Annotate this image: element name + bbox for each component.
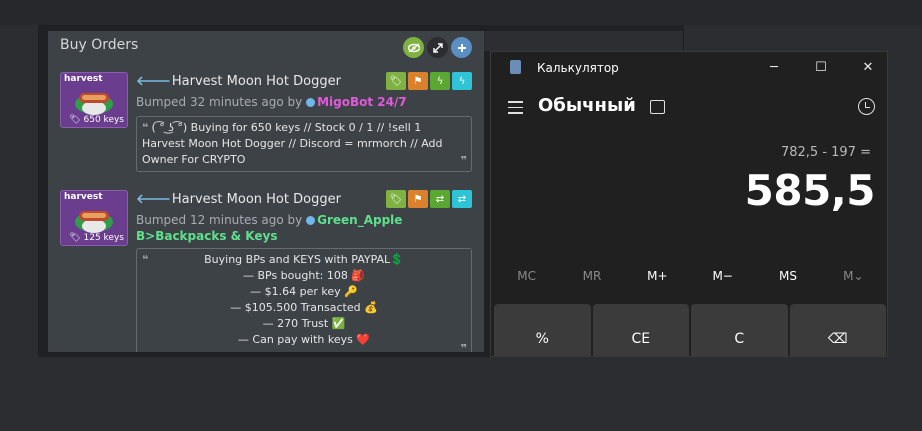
keypad-row: % CE C ⌫ [494, 304, 886, 356]
expression-display: 782,5 - 197 = [780, 145, 871, 160]
eye-icon[interactable] [403, 37, 424, 58]
minimize-icon[interactable]: ─ [757, 55, 791, 79]
listing-item: harvest 🏷 125 keys 🡐Harvest Moon Hot Dog… [60, 190, 472, 352]
swap-icon[interactable]: ⇄ [430, 190, 450, 208]
quote-open-icon: ❝ [142, 121, 149, 134]
listing-title[interactable]: 🡐Harvest Moon Hot Dogger [136, 73, 341, 89]
close-icon[interactable]: ✕ [851, 55, 885, 79]
mode-title: Обычный [538, 95, 636, 116]
menu-icon[interactable] [508, 101, 523, 118]
thumb-item-name: harvest [64, 192, 103, 202]
clear-button[interactable]: C [691, 304, 788, 356]
user-status-icon [306, 98, 316, 107]
buy-orders-panel: Buy Orders harvest 🏷 650 keys 🡐Harvest M… [48, 31, 484, 352]
bumped-info: Bumped 12 minutes ago by Green_Apple B>B… [136, 213, 403, 243]
tag-icon[interactable]: 🏷 [386, 72, 406, 90]
memory-list-button[interactable]: M⌄ [821, 269, 886, 283]
item-thumbnail[interactable]: harvest 🏷 650 keys [60, 72, 128, 128]
memory-add-button[interactable]: M+ [625, 269, 690, 283]
quote-close-icon: ❞ [460, 154, 467, 167]
top-band [0, 0, 922, 25]
thumb-item-name: harvest [64, 74, 103, 84]
panel-header-buttons [403, 37, 472, 58]
memory-clear-button[interactable]: MC [494, 269, 559, 283]
listing-action-buttons: 🏷 ⚑ ϟ ϟ [386, 72, 472, 90]
memory-store-button[interactable]: MS [755, 269, 820, 283]
window-title: Калькулятор [537, 61, 619, 75]
calculator-window: Калькулятор ─ ☐ ✕ Обычный 782,5 - 197 = … [490, 51, 888, 357]
panel-title: Buy Orders [60, 37, 139, 53]
message-lines: Buying BPs and KEYS with PAYPAL💲 — BPs b… [204, 253, 404, 346]
result-display: 585,5 [744, 166, 876, 215]
memory-recall-button[interactable]: MR [559, 269, 624, 283]
arrow-left-icon: 🡐 [136, 74, 171, 89]
history-icon[interactable] [858, 98, 875, 115]
user-link[interactable]: MigoBot 24/7 [317, 95, 407, 109]
listing-title[interactable]: 🡐Harvest Moon Hot Dogger [136, 191, 341, 207]
backspace-button[interactable]: ⌫ [789, 304, 886, 356]
listing-message: ❝ Buying BPs and KEYS with PAYPAL💲 — BPs… [136, 248, 472, 352]
expand-icon[interactable] [427, 37, 448, 58]
plus-icon[interactable] [451, 37, 472, 58]
listing-action-buttons: 🏷 ⚑ ⇄ ⇄ [386, 190, 472, 208]
arrow-left-icon: 🡐 [136, 192, 171, 207]
keep-on-top-icon[interactable] [650, 100, 665, 114]
quote-open-icon: ❝ [142, 253, 149, 266]
bumped-info: Bumped 32 minutes ago by MigoBot 24/7 [136, 95, 407, 109]
maximize-icon[interactable]: ☐ [804, 55, 838, 79]
hot-dogger-hat-image [75, 93, 113, 115]
thumb-price: 🏷 650 keys [69, 115, 124, 125]
thumb-price: 🏷 125 keys [69, 233, 124, 243]
quote-close-icon: ❞ [460, 342, 467, 352]
flag-icon[interactable]: ⚑ [408, 72, 428, 90]
clear-entry-button[interactable]: CE [592, 304, 689, 356]
hot-dogger-hat-image [75, 211, 113, 233]
calculator-app-icon [510, 60, 521, 74]
percent-button[interactable]: % [494, 304, 591, 356]
bolt-icon[interactable]: ϟ [452, 72, 472, 90]
swap-icon[interactable]: ⇄ [452, 190, 472, 208]
user-status-icon [306, 216, 316, 225]
listing-item: harvest 🏷 650 keys 🡐Harvest Moon Hot Dog… [60, 72, 472, 176]
flag-icon[interactable]: ⚑ [408, 190, 428, 208]
listing-message: ❝( ͡° ͜ʖ ͡°) Buying for 650 keys // Stoc… [136, 116, 472, 172]
item-thumbnail[interactable]: harvest 🏷 125 keys [60, 190, 128, 246]
background-strip [484, 31, 683, 51]
memory-subtract-button[interactable]: M− [690, 269, 755, 283]
bolt-icon[interactable]: ϟ [430, 72, 450, 90]
memory-row: MC MR M+ M− MS M⌄ [494, 269, 886, 283]
tag-icon[interactable]: 🏷 [386, 190, 406, 208]
